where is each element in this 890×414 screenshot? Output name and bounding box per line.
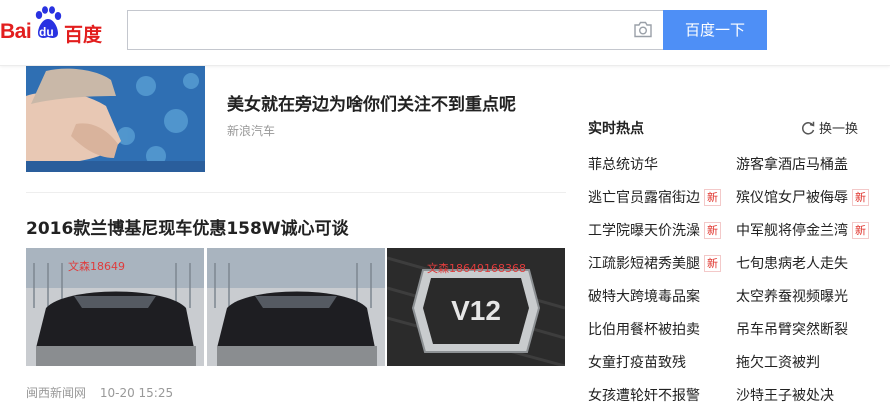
refresh-icon [802,121,815,135]
hot-item[interactable]: 破特大跨境毒品案 [588,286,700,306]
new-badge: 新 [852,222,869,239]
divider [26,192,566,193]
hot-item[interactable]: 女童打疫苗致残 [588,352,686,372]
logo-text-bai: Bai [0,20,32,43]
hot-item-text: 菲总统访华 [588,157,658,173]
hot-item[interactable]: 太空养蚕视频曝光 [736,286,848,306]
hot-item[interactable]: 比伯用餐杯被拍卖 [588,319,700,339]
hot-item[interactable]: 拖欠工资被判 [736,352,820,372]
refresh-label: 换一换 [819,122,859,137]
new-badge: 新 [704,189,721,206]
hot-item-text: 破特大跨境毒品案 [588,289,700,305]
hot-item-text: 殡仪馆女尸被侮辱 [736,190,848,206]
news-thumbnail[interactable] [26,66,205,172]
news-thumbnail[interactable]: V12 文森18649168368 [387,248,565,366]
news-time: 10-20 15:25 [99,386,174,400]
hot-item-text: 吊车吊臂突然断裂 [736,322,848,338]
hot-item[interactable]: 七旬患病老人走失 [736,253,848,273]
hot-item-text: 中军舰将停金兰湾 [736,223,848,239]
news-image-row: 文森18649 V12 文森18649168368 [26,248,566,366]
news-thumbnail[interactable]: 文森18649 [26,248,204,366]
hot-item-text: 工学院曝天价洗澡 [588,223,700,239]
news-source: 闽西新闻网 [26,386,87,400]
logo-text-cn: 百度 [64,24,103,46]
hot-item-text: 拖欠工资被判 [736,355,820,371]
hot-item[interactable]: 逃亡官员露宿街边新 [588,187,721,207]
hot-item-text: 女童打疫苗致残 [588,355,686,371]
hot-item-text: 沙特王子被处决 [736,388,834,404]
new-badge: 新 [704,222,721,239]
hot-item-text: 游客拿酒店马桶盖 [736,157,848,173]
search-box [127,10,663,50]
hot-item-text: 七旬患病老人走失 [736,256,848,272]
hot-item-text: 太空养蚕视频曝光 [736,289,848,305]
search-button[interactable]: 百度一下 [663,10,767,50]
watermark-text: 文森18649168368 [427,262,526,275]
svg-text:V12: V12 [451,295,501,326]
logo-text-du: du [39,25,54,39]
hot-item[interactable]: 菲总统访华 [588,154,658,174]
refresh-button[interactable]: 换一换 [800,118,858,137]
hot-item-text: 逃亡官员露宿街边 [588,190,700,206]
camera-icon[interactable] [633,21,653,38]
news-title[interactable]: 美女就在旁边为啥你们关注不到重点呢 [227,90,557,115]
new-badge: 新 [852,189,869,206]
hot-title: 实时热点 [588,121,644,137]
news-thumbnail[interactable] [207,248,385,366]
hot-item[interactable]: 中军舰将停金兰湾新 [736,220,869,240]
hot-item[interactable]: 女孩遭轮奸不报警 [588,385,700,405]
search-input[interactable] [128,11,618,49]
news-title[interactable]: 2016款兰博基尼现车优惠158W诚心可谈 [26,214,349,239]
hot-item-text: 比伯用餐杯被拍卖 [588,322,700,338]
hot-item-text: 江疏影短裙秀美腿 [588,256,700,272]
baidu-logo[interactable]: Bai du 百度 [0,4,112,46]
news-source: 新浪汽车 [227,124,276,138]
news-meta: 闽西新闻网 10-20 15:25 [26,384,183,401]
new-badge: 新 [704,255,721,272]
hot-item-text: 女孩遭轮奸不报警 [588,388,700,404]
hot-item[interactable]: 吊车吊臂突然断裂 [736,319,848,339]
watermark-text: 文森18649 [68,260,125,273]
hot-item[interactable]: 江疏影短裙秀美腿新 [588,253,721,273]
hot-item[interactable]: 沙特王子被处决 [736,385,834,405]
hot-item[interactable]: 殡仪馆女尸被侮辱新 [736,187,869,207]
hot-item[interactable]: 游客拿酒店马桶盖 [736,154,848,174]
hot-item[interactable]: 工学院曝天价洗澡新 [588,220,721,240]
top-header: Bai du 百度 百度一下 [0,0,890,66]
